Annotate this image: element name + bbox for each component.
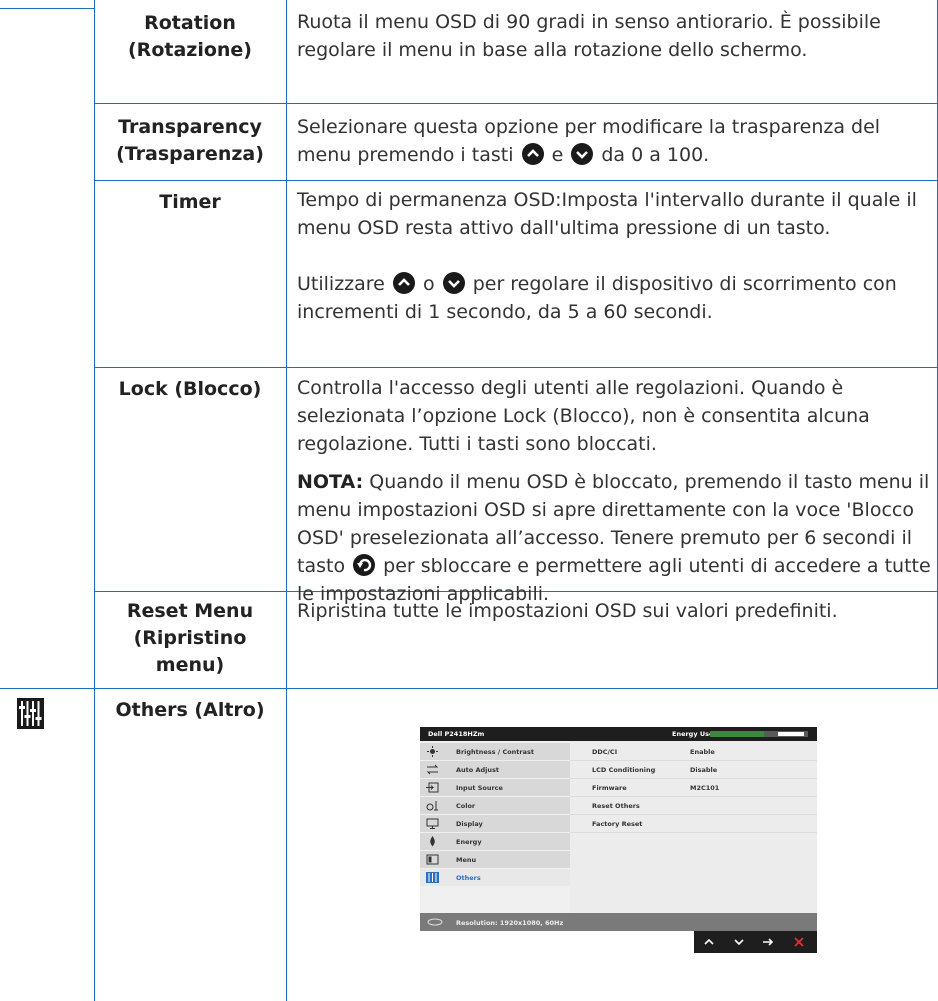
rule-top-left [0, 8, 94, 9]
osd-setting-lcd-conditioning[interactable]: LCD Conditioning Disable [570, 761, 817, 779]
osd-setting-firmware: Firmware M2C101 [570, 779, 817, 797]
osd-main-menu: Brightness / Contrast Auto Adjust Input … [420, 741, 570, 913]
up-button-icon [521, 143, 544, 165]
osd-menu-energy[interactable]: Energy [420, 833, 570, 850]
osd-footer: Resolution: 1920x1080, 60Hz [420, 913, 817, 931]
osd-menu-display[interactable]: Display [420, 815, 570, 832]
transparency-name: Transparency (Trasparenza) [116, 116, 264, 165]
rule-after-transparency [94, 180, 938, 181]
osd-menu-input-source[interactable]: Input Source [420, 779, 570, 796]
timer-description: Tempo di permanenza OSD:Imposta l'interv… [297, 189, 917, 239]
note-label: NOTA: [297, 471, 364, 493]
back-button-icon [353, 554, 376, 576]
osd-setting-ddc-ci[interactable]: DDC/CI Enable [570, 743, 817, 761]
resolution-icon [427, 918, 443, 926]
osd-menu-brightness[interactable]: Brightness / Contrast [420, 743, 570, 760]
rule-after-rotation [94, 103, 938, 104]
rule-after-reset [0, 688, 938, 689]
input-source-icon [426, 782, 439, 793]
osd-energy-bar [710, 731, 808, 737]
osd-menu-screenshot: Dell P2418HZm Energy Use Brightness / Co… [420, 727, 817, 953]
timer-name: Timer [159, 191, 221, 213]
up-arrow-icon[interactable] [703, 936, 715, 948]
rotation-description: Ruota il menu OSD di 90 gradi in senso a… [297, 11, 881, 61]
up-button-icon [392, 272, 415, 294]
osd-settings-panel: DDC/CI Enable LCD Conditioning Disable F… [570, 741, 817, 913]
energy-icon [430, 836, 435, 847]
osd-resolution: Resolution: 1920x1080, 60Hz [456, 919, 564, 927]
osd-header: Dell P2418HZm Energy Use [420, 727, 817, 741]
rotation-name: Rotation (Rotazione) [128, 12, 252, 61]
osd-setting-factory-reset[interactable]: Factory Reset [570, 815, 817, 833]
osd-menu-auto-adjust[interactable]: Auto Adjust [420, 761, 570, 778]
menu-icon [426, 854, 439, 865]
osd-energy-fill [710, 731, 764, 737]
reset-menu-name: Reset Menu (Ripristino menu) [126, 600, 254, 676]
osd-nav-buttons [694, 931, 817, 953]
others-icon [17, 698, 44, 729]
osd-model-title: Dell P2418HZm [428, 730, 485, 738]
others-name: Others (Altro) [115, 699, 265, 721]
close-icon[interactable] [793, 936, 805, 948]
color-icon [426, 801, 438, 811]
rule-mid-col [286, 0, 287, 1001]
reset-menu-description: Ripristina tutte le impostazioni OSD sui… [297, 600, 838, 622]
transparency-description: Selezionare questa opzione per modificar… [297, 116, 881, 166]
down-arrow-icon[interactable] [733, 936, 745, 948]
osd-menu-menu[interactable]: Menu [420, 851, 570, 868]
sun-icon [427, 746, 438, 757]
right-arrow-icon[interactable] [762, 936, 774, 948]
osd-menu-others[interactable]: Others [420, 869, 570, 886]
timer-description-usage: Utilizzare o per regolare il dispositivo… [297, 272, 897, 323]
osd-menu-color[interactable]: Color [420, 797, 570, 814]
others-icon [426, 872, 439, 883]
osd-setting-reset-others[interactable]: Reset Others [570, 797, 817, 815]
auto-adjust-icon [426, 764, 439, 775]
down-button-icon [571, 143, 594, 165]
lock-description: Controlla l'accesso degli utenti alle re… [297, 377, 870, 455]
lock-name: Lock (Blocco) [118, 378, 262, 400]
rule-after-timer [94, 367, 938, 368]
down-button-icon [442, 272, 465, 294]
osd-energy-marker [778, 732, 804, 736]
lock-note: NOTA: Quando il menu OSD è bloccato, pre… [297, 471, 931, 605]
display-icon [426, 818, 439, 829]
osd-energy-label: Energy Use [672, 730, 714, 738]
